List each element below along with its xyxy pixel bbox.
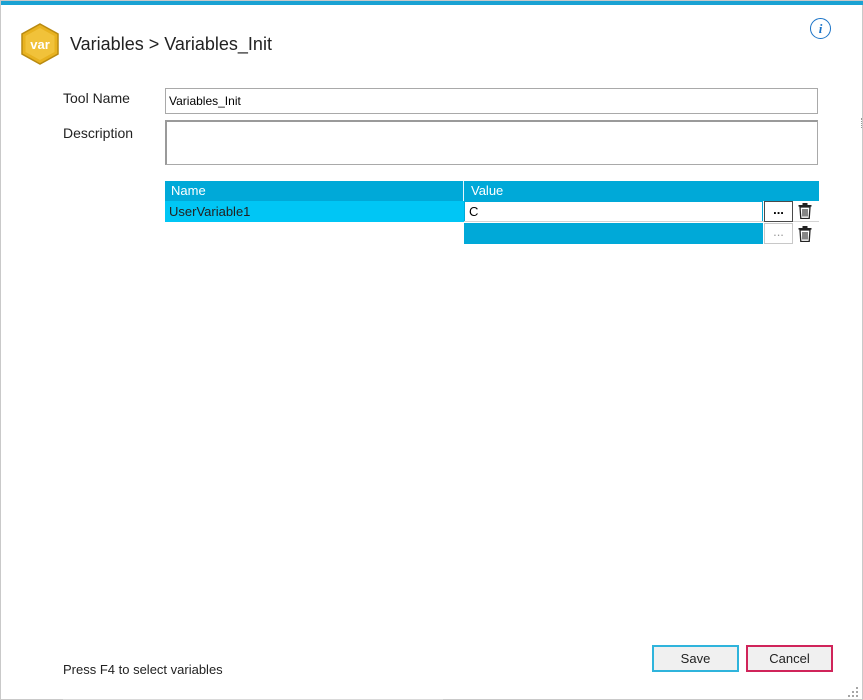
variables-grid-header: Name Value [165,181,819,201]
save-button[interactable]: Save [652,645,739,672]
resize-grip-icon[interactable] [847,685,859,697]
top-accent-bar [1,1,863,5]
trash-icon[interactable] [798,226,812,242]
page-title: Variables > Variables_Init [70,33,272,54]
description-label: Description [63,125,134,141]
new-row-ellipsis-button[interactable]: ... [764,223,793,244]
var-logo-icon: var [19,23,61,65]
value-ellipsis-button[interactable]: ... [764,201,793,222]
tool-name-label: Tool Name [63,90,130,106]
column-header-value: Value [471,183,504,198]
status-hint: Press F4 to select variables [63,662,223,677]
header: var Variables > Variables_Init [19,23,272,65]
new-row-value-cell[interactable] [464,223,763,244]
variable-value-input[interactable] [464,201,763,222]
cancel-button[interactable]: Cancel [746,645,833,672]
description-input[interactable] [165,120,818,165]
info-icon[interactable]: i [810,18,831,39]
logo-text: var [30,37,50,52]
trash-icon[interactable] [798,203,812,219]
tool-name-input[interactable] [165,88,818,114]
variable-name-cell[interactable]: UserVariable1 [165,201,464,222]
variables-dialog: var Variables > Variables_Init i Tool Na… [0,0,863,700]
column-header-name: Name [165,181,464,201]
